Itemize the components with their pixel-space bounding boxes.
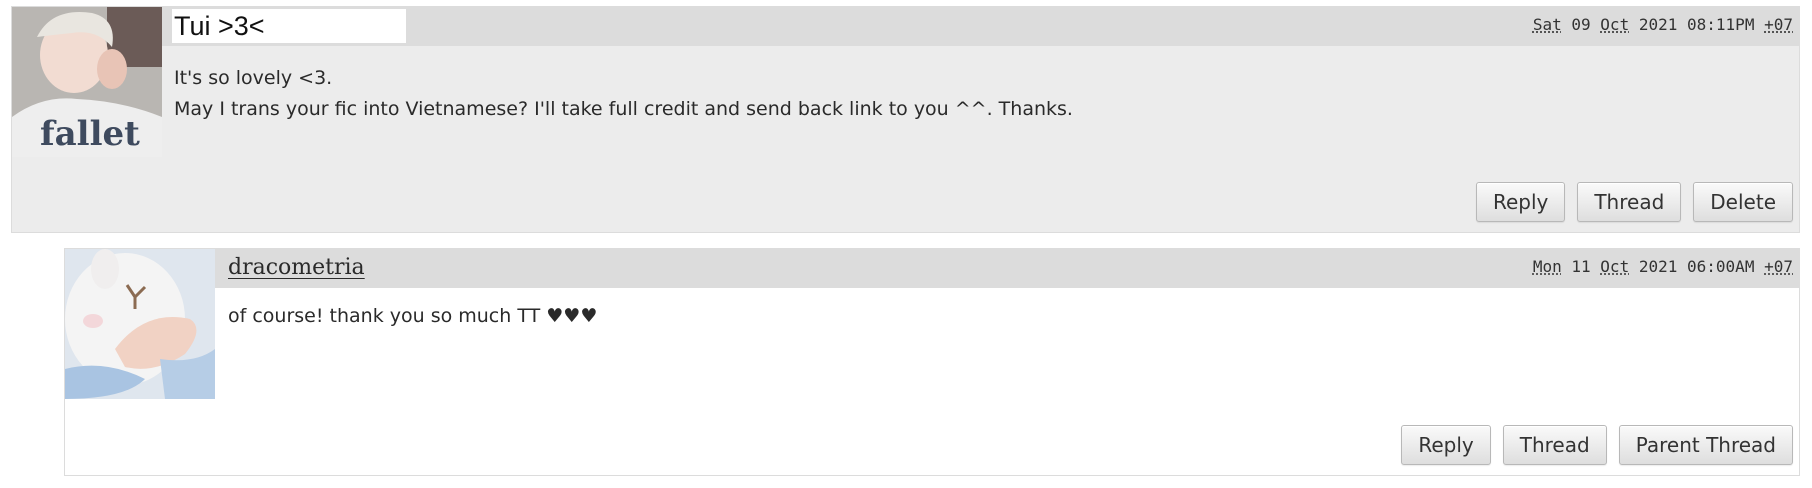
timestamp-month: Oct: [1600, 257, 1630, 276]
reply-button[interactable]: Reply: [1401, 425, 1491, 465]
delete-button[interactable]: Delete: [1693, 182, 1793, 222]
comment-dracometria: dracometria Mon 11 Oct 2021 06:00AM +07 …: [64, 248, 1800, 476]
timestamp-month: Oct: [1600, 15, 1630, 34]
timestamp-tz: +07: [1764, 15, 1793, 34]
comment-actions: Reply Thread Parent Thread: [1401, 425, 1793, 465]
username-link[interactable]: dracometria: [228, 254, 365, 282]
comment-actions: Reply Thread Delete: [1475, 182, 1793, 222]
avatar[interactable]: fallet: [12, 7, 162, 157]
parent-thread-button[interactable]: Parent Thread: [1618, 425, 1793, 465]
comment-body: It's so lovely <3. May I trans your fic …: [174, 63, 1073, 125]
comment-body: of course! thank you so much TT ♥♥♥: [228, 301, 597, 332]
timestamp-time: 08:11PM: [1687, 15, 1755, 34]
comment-line: of course! thank you so much TT ♥♥♥: [228, 305, 598, 327]
avatar-shirt-text: fallet: [40, 114, 140, 154]
timestamp-date: 09: [1571, 15, 1591, 34]
comment-timestamp: Sat 09 Oct 2021 08:11PM +07: [1533, 15, 1793, 35]
timestamp-year: 2021: [1638, 257, 1678, 276]
comment-line: May I trans your fic into Vietnamese? I'…: [174, 98, 1073, 120]
avatar-image: [65, 249, 215, 399]
username[interactable]: Tui >3<: [172, 9, 406, 43]
comment-timestamp: Mon 11 Oct 2021 06:00AM +07: [1533, 257, 1793, 277]
reply-button[interactable]: Reply: [1475, 182, 1566, 222]
timestamp-day: Sat: [1532, 15, 1562, 34]
timestamp-time: 06:00AM: [1687, 257, 1755, 276]
avatar-image: fallet: [12, 7, 162, 157]
timestamp-day: Mon: [1532, 257, 1562, 276]
comment-line: It's so lovely <3.: [174, 67, 333, 89]
timestamp-tz: +07: [1764, 257, 1793, 276]
thread-button[interactable]: Thread: [1502, 425, 1607, 465]
timestamp-date: 11: [1571, 257, 1591, 276]
timestamp-year: 2021: [1638, 15, 1678, 34]
avatar[interactable]: [65, 249, 215, 399]
comment-tui: fallet Tui >3< Sat 09 Oct 2021 08:11PM +…: [11, 6, 1800, 233]
thread-button[interactable]: Thread: [1577, 182, 1682, 222]
